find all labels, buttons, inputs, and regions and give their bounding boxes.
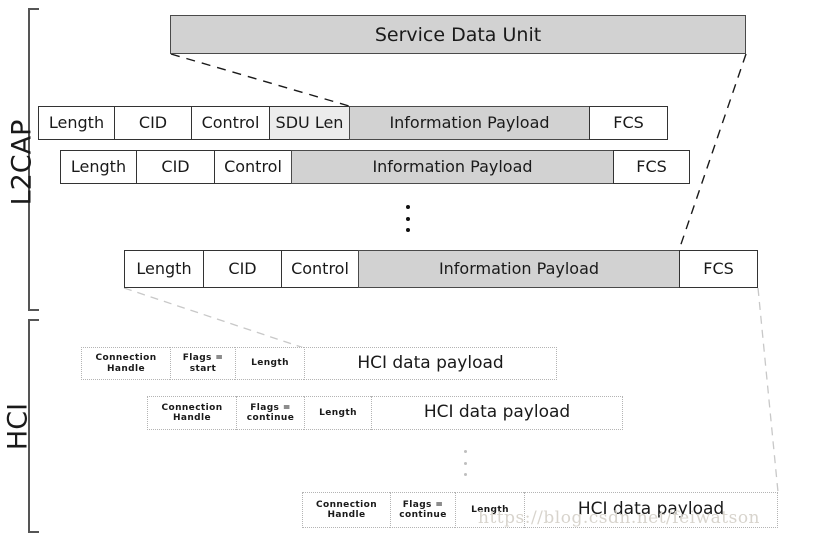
l2cap-cell-length: Length [60, 150, 136, 184]
hci-cell-connection-handle: Connection Handle [302, 492, 390, 528]
l2cap-cell-fcs: FCS [679, 250, 758, 288]
hci-cell-length: Length [235, 347, 304, 380]
hci-cell-data-payload: HCI data payload [371, 396, 623, 430]
l2cap-cell-information-payload: Information Payload [291, 150, 613, 184]
l2cap-row-first-fragment: Length CID Control SDU Len Information P… [38, 106, 668, 140]
l2cap-cell-length: Length [124, 250, 203, 288]
l2cap-cell-control: Control [281, 250, 358, 288]
l2cap-ellipsis [405, 205, 411, 232]
l2cap-row-last-fragment: Length CID Control Information Payload F… [124, 250, 758, 288]
l2cap-cell-sdu-len: SDU Len [269, 106, 349, 140]
l2cap-cell-fcs: FCS [589, 106, 668, 140]
l2cap-row-continuation-fragment: Length CID Control Information Payload F… [60, 150, 690, 184]
l2cap-cell-cid: CID [203, 250, 281, 288]
sdu-left-guide [170, 53, 350, 107]
hci-cell-flags: Flags = continue [390, 492, 455, 528]
protocol-fragmentation-diagram: L2CAP HCI Service Data Unit Length CID C… [0, 0, 813, 537]
l2cap-cell-control: Control [214, 150, 291, 184]
hci-row-start: Connection Handle Flags = start Length H… [81, 347, 557, 380]
l2cap-cell-cid: CID [114, 106, 191, 140]
watermark: https://blog.csdn.net/feiwatson [478, 508, 761, 528]
l2cap-cell-cid: CID [136, 150, 214, 184]
l2cap-cell-information-payload: Information Payload [358, 250, 679, 288]
hci-cell-flags: Flags = start [170, 347, 235, 380]
hci-cell-flags: Flags = continue [236, 396, 304, 430]
hci-cell-data-payload: HCI data payload [304, 347, 557, 380]
l2cap-to-hci-left-guide [123, 287, 305, 349]
l2cap-to-hci-right-guide [757, 287, 779, 493]
l2cap-cell-information-payload: Information Payload [349, 106, 589, 140]
layer-label-hci: HCI [2, 402, 34, 451]
l2cap-cell-fcs: FCS [613, 150, 690, 184]
hci-cell-length: Length [304, 396, 371, 430]
layer-label-l2cap: L2CAP [6, 119, 38, 206]
hci-cell-connection-handle: Connection Handle [81, 347, 170, 380]
l2cap-cell-control: Control [191, 106, 269, 140]
l2cap-cell-length: Length [38, 106, 114, 140]
service-data-unit-bar: Service Data Unit [170, 15, 746, 54]
hci-ellipsis [463, 450, 468, 476]
hci-row-continue-1: Connection Handle Flags = continue Lengt… [147, 396, 623, 430]
service-data-unit-label: Service Data Unit [374, 23, 542, 46]
hci-cell-connection-handle: Connection Handle [147, 396, 236, 430]
